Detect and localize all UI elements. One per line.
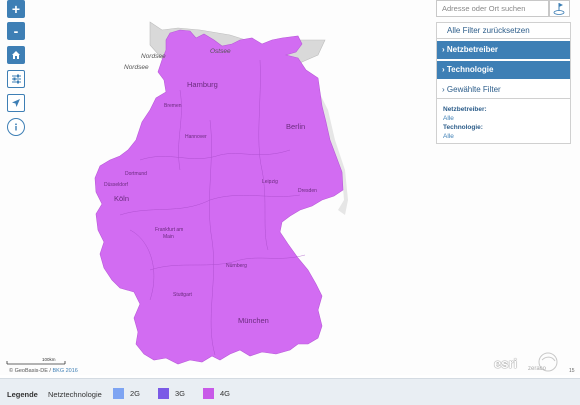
scale-label: 100km	[42, 357, 56, 362]
zoom-level: 15	[569, 368, 575, 374]
technology-value: Alle	[443, 133, 454, 140]
city-hamburg: Hamburg	[187, 80, 218, 89]
city-stuttgart: Stuttgart	[173, 292, 192, 298]
legend-item-2g[interactable]: 2G	[113, 388, 140, 399]
operator-value: Alle	[443, 115, 454, 122]
legend-item-4g[interactable]: 4G	[203, 388, 230, 399]
map-pin-icon	[553, 3, 565, 15]
info-button[interactable]	[7, 118, 25, 136]
locate-button[interactable]	[7, 94, 25, 112]
tab-gewaehlte-filter[interactable]: › Gewählte Filter	[437, 81, 570, 99]
zoom-out-button[interactable]: -	[7, 22, 25, 40]
city-nuernberg: Nürnberg	[226, 263, 247, 269]
city-frankfurt-line2: Main	[163, 234, 174, 240]
legend-item-3g[interactable]: 3G	[158, 388, 185, 399]
city-berlin: Berlin	[286, 122, 306, 131]
legend-title: Legende	[7, 390, 38, 399]
legend-bar: Legende Netztechnologie 2G 3G 4G	[0, 378, 580, 405]
legend-subtitle: Netztechnologie	[48, 390, 102, 399]
sea-label-ostsee: Ostsee	[210, 48, 231, 55]
info-icon	[15, 123, 17, 131]
reset-filters-button[interactable]: Alle Filter zurücksetzen	[437, 23, 570, 39]
city-koeln: Köln	[114, 194, 130, 203]
scale-bar	[6, 361, 66, 365]
city-dortmund: Dortmund	[125, 171, 147, 177]
city-leipzig: Leipzig	[262, 179, 278, 185]
copyright-link[interactable]: BKG 2016	[52, 368, 77, 374]
sliders-icon	[11, 74, 21, 84]
copyright-text: © GeoBasis-DE /	[9, 368, 53, 374]
legend-swatch	[113, 388, 124, 399]
tab-technologie[interactable]: › Technologie	[437, 61, 570, 79]
search-button[interactable]	[549, 0, 570, 17]
selected-filters: Netzbetreiber: Alle Technologie: Alle	[437, 99, 570, 141]
zoom-in-button[interactable]: +	[7, 0, 25, 18]
filter-panel: Alle Filter zurücksetzen › Netzbetreiber…	[436, 22, 571, 144]
city-muenchen: München	[238, 316, 269, 325]
home-button[interactable]	[7, 46, 25, 64]
legend-label: 3G	[175, 389, 186, 398]
tab-label: Gewählte Filter	[446, 85, 501, 94]
city-duesseldorf: Düsseldorf	[104, 182, 128, 188]
city-bremen: Bremen	[164, 103, 182, 109]
tab-netzbetreiber[interactable]: › Netzbetreiber	[437, 41, 570, 59]
search-input[interactable]: Adresse oder Ort suchen	[436, 0, 549, 17]
legend-swatch	[158, 388, 169, 399]
esri-logo[interactable]: esri	[494, 356, 517, 371]
partner-logo-text: zeraco	[528, 366, 547, 372]
tab-label: Netzbetreiber	[446, 45, 499, 54]
legend-label: 4G	[220, 389, 231, 398]
sea-label-nordsee-2: Nordsee	[124, 64, 149, 71]
operator-label: Netzbetreiber:	[443, 106, 487, 113]
city-frankfurt: Frankfurt am	[155, 227, 184, 233]
germany-coverage-area	[94, 29, 344, 365]
city-hannover: Hannover	[185, 134, 207, 140]
copyright: © GeoBasis-DE / BKG 2016	[9, 368, 78, 374]
technology-label: Technologie:	[443, 124, 483, 131]
tab-label: Technologie	[446, 65, 494, 74]
city-dresden: Dresden	[298, 188, 317, 194]
legend-swatch	[203, 388, 214, 399]
sea-label-nordsee: Nordsee	[141, 53, 166, 60]
location-arrow-icon	[12, 99, 20, 107]
filter-button[interactable]	[7, 70, 25, 88]
home-icon	[12, 51, 20, 59]
legend-label: 2G	[130, 389, 141, 398]
